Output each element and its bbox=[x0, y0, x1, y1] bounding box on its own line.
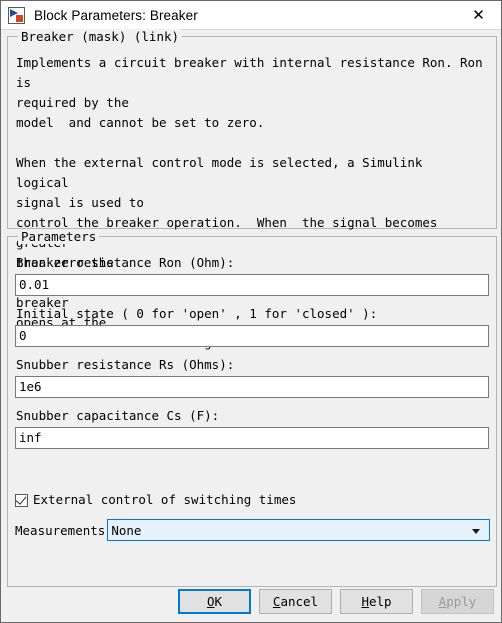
measurements-select[interactable]: None bbox=[107, 519, 491, 541]
initial-state-input[interactable]: 0 bbox=[15, 325, 489, 347]
ok-rest: K bbox=[214, 593, 223, 609]
ok-button[interactable]: OK bbox=[178, 588, 251, 614]
initial-state-label: Initial state ( 0 for 'open' , 1 for 'cl… bbox=[16, 306, 378, 321]
close-icon[interactable]: ✕ bbox=[456, 1, 501, 29]
simulink-block-icon bbox=[8, 6, 25, 24]
snubber-capacitance-input[interactable]: inf bbox=[15, 427, 489, 449]
chevron-down-icon[interactable] bbox=[472, 529, 481, 534]
snubber-resistance-label: Snubber resistance Rs (Ohms): bbox=[16, 357, 235, 372]
description-group-legend: Breaker (mask) (link) bbox=[18, 29, 183, 44]
help-accel: H bbox=[361, 593, 369, 609]
help-rest: elp bbox=[368, 593, 392, 609]
square-shape bbox=[16, 14, 23, 22]
measurements-row: Measurements None bbox=[15, 519, 491, 541]
button-bar: OK Cancel Help Apply bbox=[1, 588, 501, 614]
description-group: Breaker (mask) (link) Implements a circu… bbox=[7, 29, 497, 350]
cancel-rest: ancel bbox=[280, 593, 319, 609]
cancel-button[interactable]: Cancel bbox=[259, 588, 332, 614]
snubber-capacitance-label: Snubber capacitance Cs (F): bbox=[16, 408, 220, 423]
measurements-value: None bbox=[111, 522, 142, 538]
breaker-resistance-label: Breaker resistance Ron (Ohm): bbox=[16, 255, 235, 270]
dialog-content: Breaker (mask) (link) Implements a circu… bbox=[1, 29, 501, 622]
block-parameters-dialog: Block Parameters: Breaker ✕ Breaker (mas… bbox=[0, 0, 502, 623]
parameters-group: Parameters Breaker resistance Ron (Ohm):… bbox=[7, 229, 497, 587]
parameters-group-legend: Parameters bbox=[18, 229, 100, 244]
checkbox-checked-icon[interactable] bbox=[15, 492, 28, 507]
apply-rest: pply bbox=[446, 593, 477, 609]
check-mark bbox=[15, 492, 27, 505]
snubber-resistance-input[interactable]: 1e6 bbox=[15, 376, 489, 398]
window-title: Block Parameters: Breaker bbox=[34, 7, 198, 23]
apply-button: Apply bbox=[421, 588, 494, 614]
external-control-checkbox-row[interactable]: External control of switching times bbox=[15, 492, 296, 508]
measurements-label: Measurements bbox=[15, 522, 106, 538]
external-control-label: External control of switching times bbox=[33, 492, 297, 507]
ok-accel: O bbox=[206, 593, 215, 609]
help-button[interactable]: Help bbox=[340, 588, 413, 614]
breaker-resistance-input[interactable]: 0.01 bbox=[15, 274, 489, 296]
title-bar: Block Parameters: Breaker ✕ bbox=[1, 1, 501, 30]
